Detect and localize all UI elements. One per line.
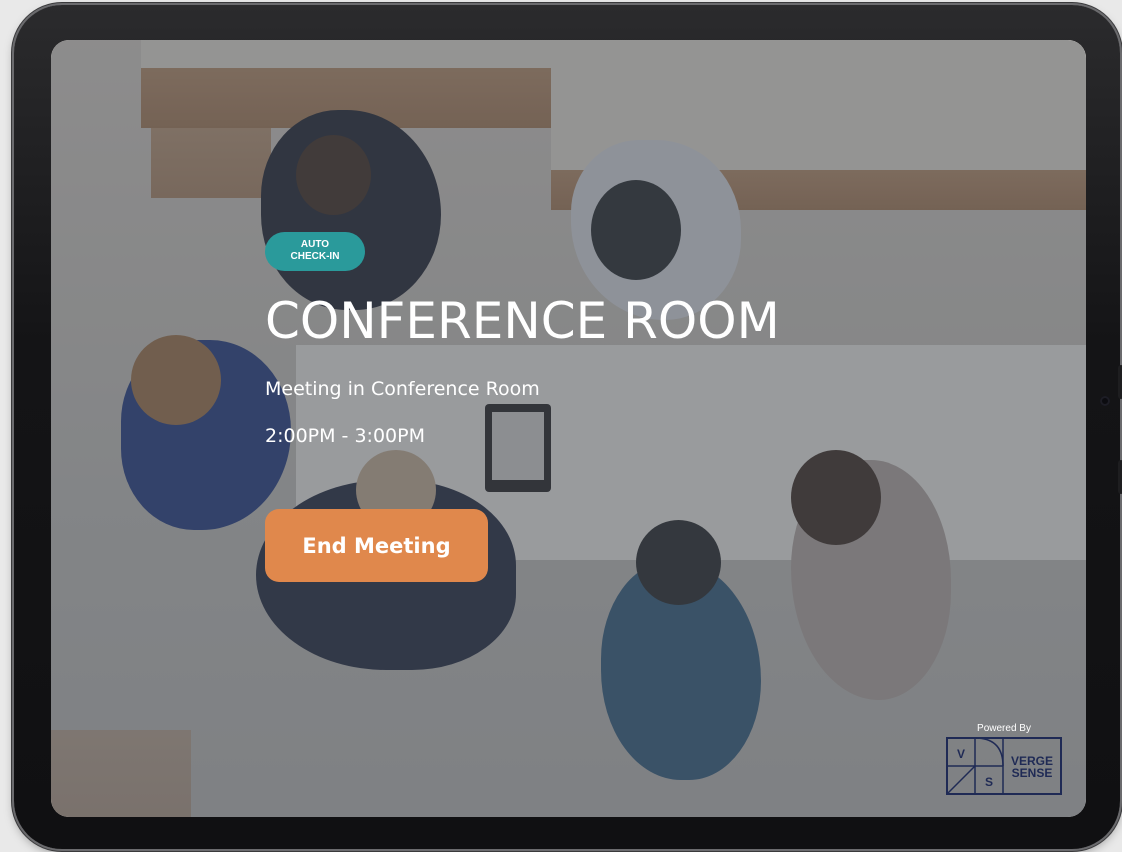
meeting-time: 2:00PM - 3:00PM — [265, 425, 425, 447]
powered-by-label: Powered By — [977, 723, 1031, 734]
logo-letter-s: S — [985, 775, 993, 789]
auto-check-in-badge: AUTO CHECK-IN — [265, 232, 365, 271]
meeting-info: AUTO CHECK-IN CONFERENCE ROOM Meeting in… — [265, 232, 965, 582]
vergesense-logo-icon: V S VERGE SENSE — [946, 737, 1062, 795]
logo-letter-v: V — [957, 747, 965, 761]
room-display-screen: AUTO CHECK-IN CONFERENCE ROOM Meeting in… — [51, 40, 1086, 817]
powered-by-block: Powered By V S VERGE SENSE — [946, 723, 1062, 795]
room-title: CONFERENCE ROOM — [265, 292, 780, 350]
side-button — [1118, 365, 1122, 399]
meeting-name: Meeting in Conference Room — [265, 378, 540, 400]
camera-icon — [1100, 396, 1110, 406]
side-button — [1118, 460, 1122, 494]
end-meeting-button[interactable]: End Meeting — [265, 509, 488, 582]
logo-word-sense: SENSE — [1012, 766, 1053, 780]
